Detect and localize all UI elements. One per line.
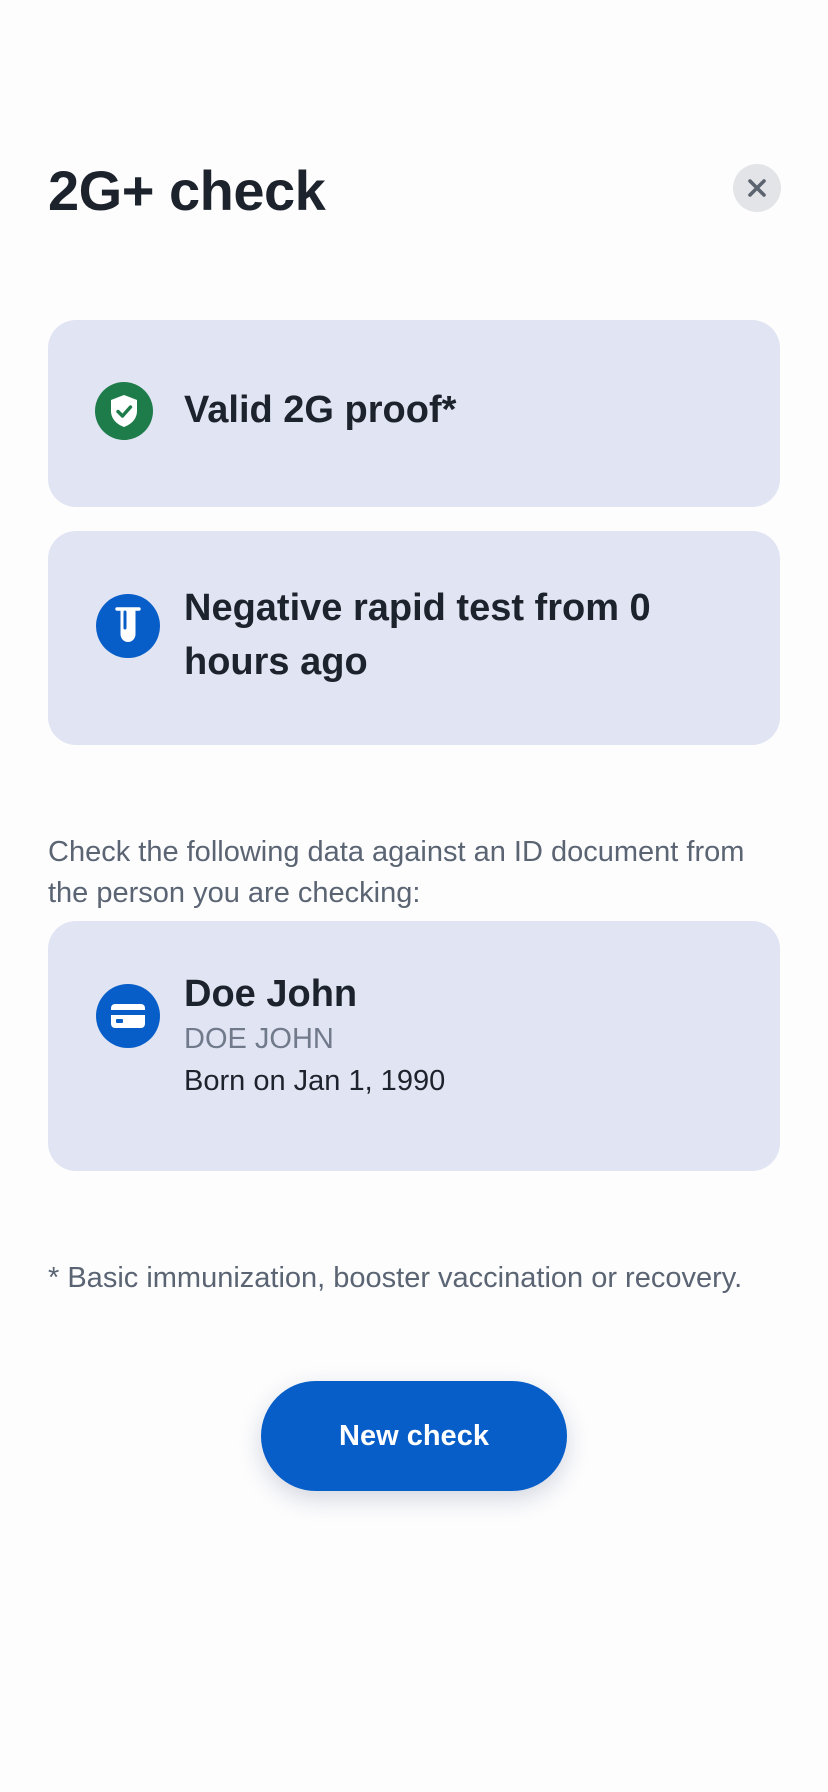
- close-icon: [748, 179, 766, 197]
- id-card-icon: [96, 984, 160, 1048]
- test-status-card: Negative rapid test from 0 hours ago: [48, 531, 780, 745]
- result-screen: 2G+ check Valid 2G proof* Negative rapid…: [0, 0, 828, 1792]
- person-birth-date: Born on Jan 1, 1990: [184, 1065, 446, 1097]
- person-name: Doe John: [184, 973, 358, 1015]
- page-title: 2G+ check: [48, 159, 326, 222]
- person-data-card: Doe John DOE JOHN Born on Jan 1, 1990: [48, 921, 780, 1171]
- instruction-text: Check the following data against an ID d…: [48, 836, 745, 909]
- new-check-button[interactable]: New check: [261, 1381, 567, 1491]
- person-name-standardized: DOE JOHN: [184, 1023, 334, 1055]
- shield-check-icon: [95, 382, 153, 440]
- close-button[interactable]: [733, 164, 781, 212]
- footnote: * Basic immunization, booster vaccinatio…: [48, 1262, 743, 1294]
- test-status-label: Negative rapid test from 0 hours ago: [184, 587, 651, 683]
- proof-status-card: Valid 2G proof*: [48, 320, 780, 507]
- proof-status-label: Valid 2G proof*: [184, 389, 457, 431]
- test-tube-icon: [96, 594, 160, 658]
